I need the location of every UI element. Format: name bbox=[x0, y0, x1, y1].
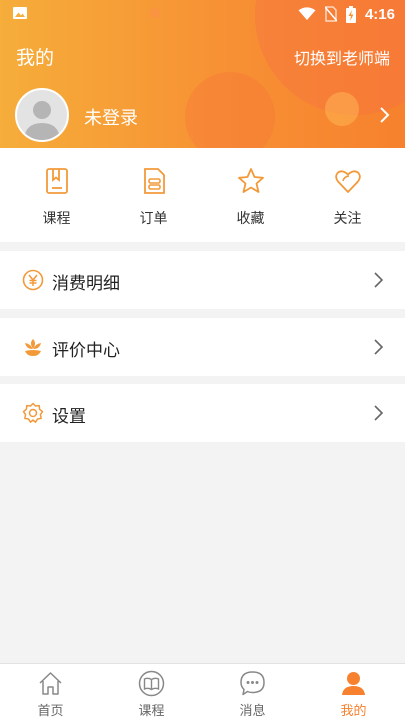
tab-label: 首页 bbox=[37, 704, 64, 719]
tab-label: 消息 bbox=[239, 704, 266, 719]
profile-header: 4:16 我的 切换到老师端 未登录 bbox=[0, 0, 405, 148]
person-icon bbox=[342, 672, 365, 695]
gear-icon bbox=[22, 402, 44, 423]
chevron-right-icon bbox=[374, 405, 384, 421]
chevron-right-icon[interactable] bbox=[377, 106, 391, 124]
tab-label: 我的 bbox=[340, 704, 367, 719]
tab-messages[interactable]: 消息 bbox=[202, 664, 303, 720]
chevron-right-icon bbox=[374, 272, 384, 288]
quick-action-label: 订单 bbox=[139, 211, 168, 227]
gallery-icon bbox=[13, 7, 27, 19]
quick-action-label: 收藏 bbox=[236, 211, 265, 227]
message-icon bbox=[240, 671, 265, 696]
menu-item-review-center[interactable]: 评价中心 bbox=[0, 318, 405, 376]
quick-action-follow[interactable]: 关注 bbox=[297, 148, 398, 242]
person-silhouette-icon bbox=[24, 101, 60, 140]
tab-course[interactable]: 课程 bbox=[101, 664, 202, 720]
switch-to-teacher-link[interactable]: 切换到老师端 bbox=[294, 45, 390, 69]
battery-icon bbox=[345, 5, 356, 23]
page-title: 我的 bbox=[16, 47, 55, 69]
wifi-icon bbox=[298, 7, 316, 20]
heart-icon bbox=[335, 170, 361, 193]
menu-item-label: 设置 bbox=[52, 407, 86, 427]
home-icon bbox=[39, 672, 62, 695]
bookmark-icon bbox=[46, 168, 68, 194]
login-status[interactable]: 未登录 bbox=[84, 104, 138, 130]
status-bar: 4:16 bbox=[0, 0, 405, 28]
decor-circle bbox=[325, 92, 359, 126]
clock-text: 4:16 bbox=[364, 5, 395, 23]
bottom-tab-bar: 首页 课程 消息 我的 bbox=[0, 663, 405, 720]
no-sim-icon bbox=[324, 6, 337, 22]
quick-action-label: 课程 bbox=[42, 211, 71, 227]
avatar[interactable] bbox=[15, 88, 69, 142]
book-icon bbox=[138, 670, 165, 697]
decor-circle bbox=[185, 72, 275, 148]
quick-action-label: 关注 bbox=[333, 211, 362, 227]
chevron-right-icon bbox=[374, 339, 384, 355]
star-icon bbox=[238, 168, 264, 193]
lotus-icon bbox=[25, 339, 41, 356]
quick-action-course[interactable]: 课程 bbox=[6, 148, 107, 242]
quick-actions: 课程 订单 收藏 关注 bbox=[0, 148, 405, 242]
yuan-icon bbox=[22, 269, 44, 291]
quick-action-favorites[interactable]: 收藏 bbox=[200, 148, 301, 242]
tab-mine[interactable]: 我的 bbox=[303, 664, 404, 720]
tab-home[interactable]: 首页 bbox=[0, 664, 101, 720]
menu-item-expense-details[interactable]: 消费明细 bbox=[0, 251, 405, 309]
menu-item-label: 评价中心 bbox=[52, 341, 120, 361]
menu-item-settings[interactable]: 设置 bbox=[0, 384, 405, 442]
quick-action-orders[interactable]: 订单 bbox=[103, 148, 204, 242]
tab-label: 课程 bbox=[138, 704, 165, 719]
menu-item-label: 消费明细 bbox=[52, 274, 120, 294]
order-icon bbox=[144, 168, 165, 194]
